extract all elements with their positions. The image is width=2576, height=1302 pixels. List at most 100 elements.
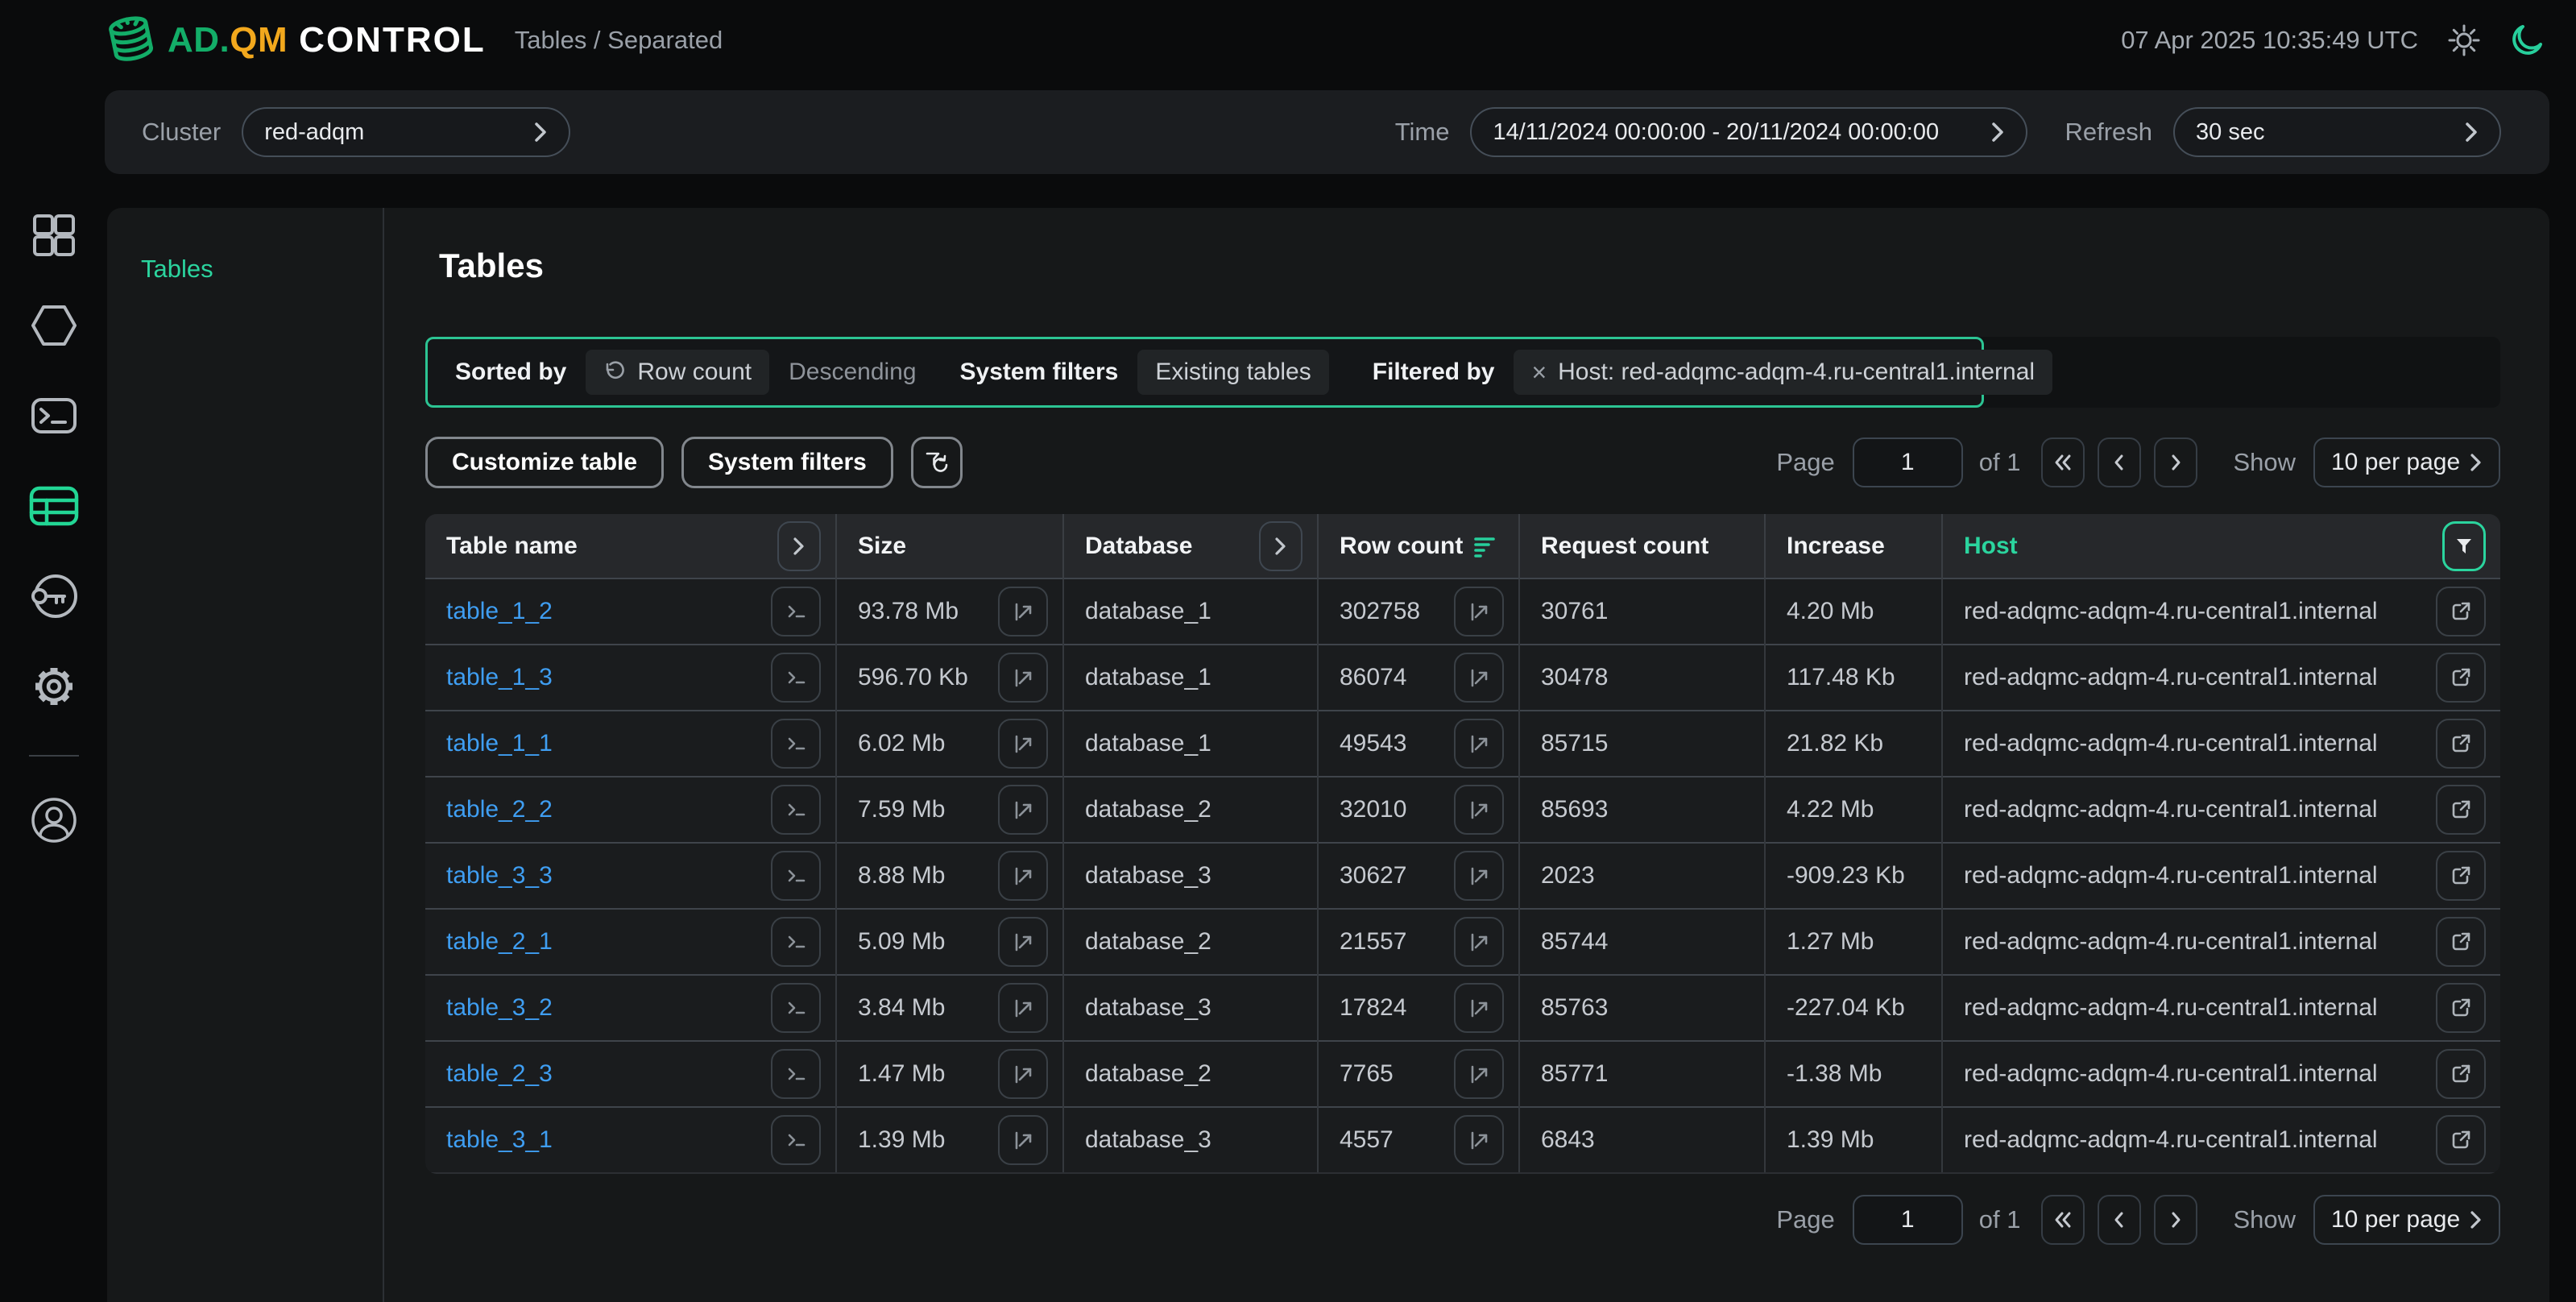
open-host-button[interactable] <box>2436 1115 2486 1165</box>
open-query-button[interactable] <box>771 653 821 703</box>
per-page-select[interactable]: 10 per page <box>2313 1195 2500 1245</box>
sidebar-item-settings[interactable] <box>29 661 79 711</box>
request-count-value: 6843 <box>1541 1126 1595 1154</box>
open-query-button[interactable] <box>771 917 821 967</box>
col-increase: Increase <box>1787 533 1885 560</box>
table-row: table_3_2 3.84 Mb database_3 17824 85763… <box>425 975 2500 1041</box>
open-host-button[interactable] <box>2436 719 2486 769</box>
sidebar-item-queries[interactable] <box>29 391 79 441</box>
sidebar-item-keys[interactable] <box>29 571 79 621</box>
size-graph-button[interactable] <box>998 983 1048 1033</box>
open-query-button[interactable] <box>771 719 821 769</box>
time-range-select[interactable]: 14/11/2024 00:00:00 - 20/11/2024 00:00:0… <box>1470 107 2027 157</box>
open-host-button[interactable] <box>2436 917 2486 967</box>
host-value: red-adqmc-adqm-4.ru-central1.internal <box>1964 862 2378 889</box>
table-name-link[interactable]: table_2_1 <box>446 928 553 956</box>
system-filter-chip[interactable]: Existing tables <box>1137 350 1328 395</box>
row-count-graph-button[interactable] <box>1454 587 1504 636</box>
open-query-button[interactable] <box>771 1115 821 1165</box>
open-query-button[interactable] <box>771 983 821 1033</box>
row-count-graph-button[interactable] <box>1454 719 1504 769</box>
open-host-button[interactable] <box>2436 851 2486 901</box>
row-count-graph-button[interactable] <box>1454 1049 1504 1099</box>
next-page-button[interactable] <box>2154 437 2197 487</box>
sorted-by-chip[interactable]: Row count <box>586 350 769 395</box>
top-bar: AD.QMCONTROL Tables / Separated 07 Apr 2… <box>0 0 2576 81</box>
open-query-button[interactable] <box>771 1049 821 1099</box>
table-name-link[interactable]: table_2_3 <box>446 1060 553 1088</box>
size-graph-button[interactable] <box>998 1049 1048 1099</box>
increase-value: 21.82 Kb <box>1787 730 1883 757</box>
filter-summary-strip: Sorted by Row count Descending System fi… <box>425 337 2500 408</box>
open-host-button[interactable] <box>2436 983 2486 1033</box>
sidebar-item-nodes[interactable] <box>29 301 79 350</box>
filtered-by-label: Filtered by <box>1373 359 1495 386</box>
table-name-link[interactable]: table_3_2 <box>446 994 553 1022</box>
table-name-link[interactable]: table_1_2 <box>446 598 553 625</box>
cluster-select[interactable]: red-adqm <box>242 107 570 157</box>
refresh-select[interactable]: 30 sec <box>2173 107 2501 157</box>
row-count-graph-button[interactable] <box>1454 983 1504 1033</box>
page-input[interactable] <box>1853 437 1963 487</box>
system-filters-button[interactable]: System filters <box>681 437 893 488</box>
table-row: table_2_1 5.09 Mb database_2 21557 85744… <box>425 909 2500 975</box>
size-graph-button[interactable] <box>998 653 1048 703</box>
first-page-button[interactable] <box>2041 437 2085 487</box>
open-host-button[interactable] <box>2436 785 2486 835</box>
reset-filters-button[interactable] <box>911 437 963 488</box>
light-theme-button[interactable] <box>2447 23 2481 57</box>
table-name-link[interactable]: table_3_3 <box>446 862 553 889</box>
customize-table-button[interactable]: Customize table <box>425 437 664 488</box>
sidebar-item-dashboard[interactable] <box>29 210 79 260</box>
table-name-link[interactable]: table_2_2 <box>446 796 553 823</box>
table-name-link[interactable]: table_1_3 <box>446 664 553 691</box>
prev-page-button[interactable] <box>2098 437 2141 487</box>
first-page-button[interactable] <box>2041 1195 2085 1245</box>
database-expand-button[interactable] <box>1259 521 1302 571</box>
row-count-graph-button[interactable] <box>1454 785 1504 835</box>
page-input[interactable] <box>1853 1195 1963 1245</box>
request-count-value: 2023 <box>1541 862 1595 889</box>
table-name-link[interactable]: table_1_1 <box>446 730 553 757</box>
col-row-count[interactable]: Row count <box>1340 533 1463 560</box>
row-count-graph-button[interactable] <box>1454 1115 1504 1165</box>
size-graph-button[interactable] <box>998 785 1048 835</box>
open-query-button[interactable] <box>771 587 821 636</box>
size-graph-button[interactable] <box>998 1115 1048 1165</box>
sidebar-item-account[interactable] <box>29 795 79 845</box>
close-icon[interactable]: × <box>1531 359 1547 385</box>
size-graph-button[interactable] <box>998 719 1048 769</box>
host-filter-chip[interactable]: × Host: red-adqmc-adqm-4.ru-central1.int… <box>1514 350 2052 395</box>
open-query-button[interactable] <box>771 785 821 835</box>
dark-theme-button[interactable] <box>2510 23 2544 57</box>
external-link-icon <box>2449 599 2473 624</box>
chevron-right-icon <box>533 121 548 143</box>
breadcrumb[interactable]: Tables / Separated <box>515 26 723 55</box>
size-value: 7.59 Mb <box>858 796 945 823</box>
time-label: Time <box>1395 118 1450 147</box>
open-host-button[interactable] <box>2436 653 2486 703</box>
chevron-right-icon <box>2165 452 2186 473</box>
subnav-item-tables[interactable]: Tables <box>141 255 383 284</box>
prev-page-button[interactable] <box>2098 1195 2141 1245</box>
size-value: 3.84 Mb <box>858 994 945 1022</box>
row-count-graph-button[interactable] <box>1454 653 1504 703</box>
row-count-graph-button[interactable] <box>1454 917 1504 967</box>
next-page-button[interactable] <box>2154 1195 2197 1245</box>
terminal-mini-icon <box>784 599 808 624</box>
sidebar-item-tables[interactable] <box>29 481 79 531</box>
open-host-button[interactable] <box>2436 1049 2486 1099</box>
host-filter-button[interactable] <box>2442 521 2486 571</box>
size-graph-button[interactable] <box>998 851 1048 901</box>
size-graph-button[interactable] <box>998 587 1048 636</box>
per-page-select[interactable]: 10 per page <box>2313 437 2500 487</box>
table-name-expand-button[interactable] <box>777 521 821 571</box>
moon-icon <box>2510 23 2544 57</box>
open-query-button[interactable] <box>771 851 821 901</box>
size-graph-button[interactable] <box>998 917 1048 967</box>
table-name-link[interactable]: table_3_1 <box>446 1126 553 1154</box>
row-count-graph-button[interactable] <box>1454 851 1504 901</box>
open-host-button[interactable] <box>2436 587 2486 636</box>
database-value: database_3 <box>1085 862 1211 889</box>
host-value: red-adqmc-adqm-4.ru-central1.internal <box>1964 796 2378 823</box>
